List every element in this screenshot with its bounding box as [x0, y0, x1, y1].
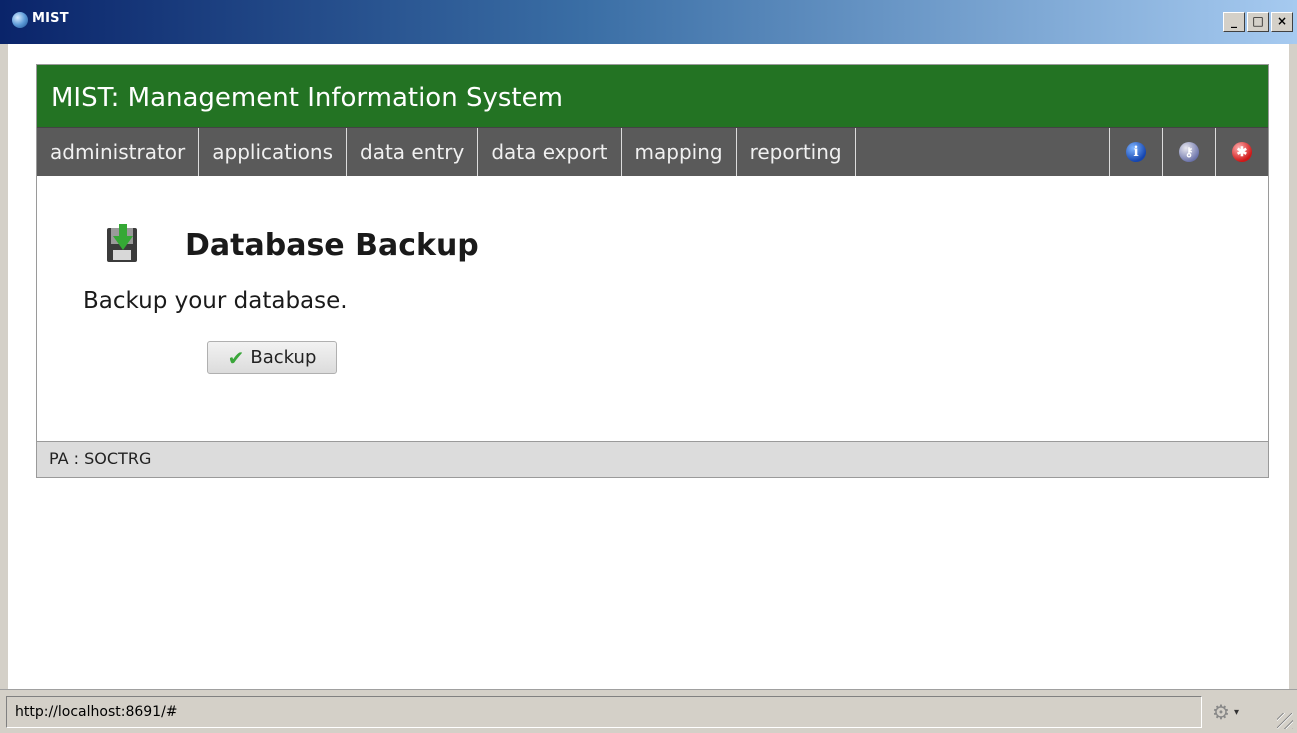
help-button[interactable]: ✱	[1215, 128, 1268, 176]
page-title: Database Backup	[185, 228, 479, 263]
main-nav: administrator applications data entry da…	[37, 127, 1268, 176]
nav-item-mapping[interactable]: mapping	[622, 128, 737, 176]
window-controls: _ □ ×	[1223, 12, 1293, 32]
page-description: Backup your database.	[83, 288, 348, 314]
nav-item-applications[interactable]: applications	[199, 128, 348, 176]
nav-item-reporting[interactable]: reporting	[737, 128, 856, 176]
nav-item-administrator[interactable]: administrator	[37, 128, 200, 176]
status-url: http://localhost:8691/#	[6, 696, 1202, 728]
nav-item-data-entry[interactable]: data entry	[347, 128, 479, 176]
info-button[interactable]: i	[1109, 128, 1162, 176]
backup-button[interactable]: ✔ Backup	[207, 341, 337, 374]
key-icon: ⚷	[1179, 142, 1199, 162]
checkmark-icon: ✔	[227, 345, 245, 370]
window-titlebar[interactable]: MIST _ □ ×	[0, 0, 1297, 44]
resize-grip-icon[interactable]	[1277, 713, 1293, 729]
window-border-left	[0, 44, 8, 689]
nav-icon-group: i ⚷ ✱	[1109, 128, 1268, 176]
status-bar: http://localhost:8691/# ⚙ ▾	[0, 689, 1297, 733]
app-panel: MIST: Management Information System admi…	[36, 64, 1269, 478]
minimize-button[interactable]: _	[1223, 12, 1245, 32]
window-border-right	[1289, 44, 1297, 689]
nav-item-data-export[interactable]: data export	[478, 128, 622, 176]
app-footer: PA : SOCTRG	[37, 441, 1268, 477]
key-button[interactable]: ⚷	[1162, 128, 1215, 176]
window-title: MIST	[32, 11, 69, 26]
help-icon: ✱	[1232, 142, 1252, 162]
gear-icon: ⚙	[1212, 701, 1230, 724]
settings-menu[interactable]: ⚙ ▾	[1212, 700, 1252, 724]
maximize-button[interactable]: □	[1247, 12, 1269, 32]
database-backup-icon	[107, 224, 137, 262]
close-button[interactable]: ×	[1271, 12, 1293, 32]
app-header: MIST: Management Information System	[37, 65, 1268, 127]
dropdown-caret-icon: ▾	[1233, 706, 1239, 718]
app-globe-icon	[12, 12, 28, 28]
backup-button-label: Backup	[250, 347, 317, 368]
main-content: Database Backup Backup your database. ✔ …	[37, 176, 1268, 442]
info-icon: i	[1126, 142, 1146, 162]
